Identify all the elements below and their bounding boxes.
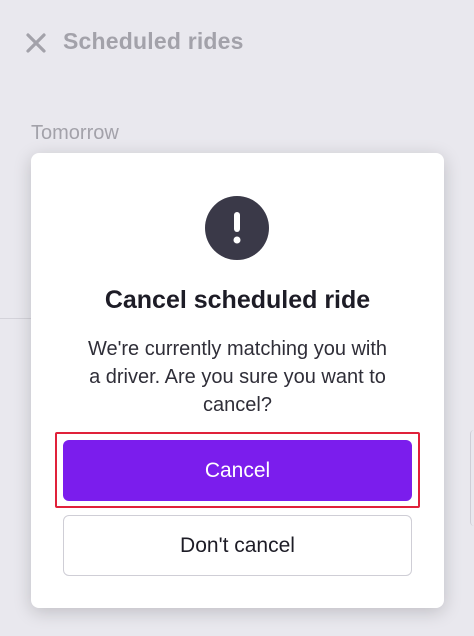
exclamation-icon	[205, 196, 269, 260]
list-divider	[0, 318, 31, 319]
close-icon[interactable]	[24, 31, 48, 55]
dialog-message: We're currently matching you with a driv…	[87, 338, 388, 416]
cancel-ride-dialog: Cancel scheduled ride We're currently ma…	[31, 153, 444, 608]
page-title: Scheduled rides	[63, 28, 244, 54]
background-card-edge	[470, 430, 474, 526]
app-header: Scheduled rides	[0, 0, 474, 90]
dont-cancel-button[interactable]: Don't cancel	[63, 515, 412, 576]
dialog-title: Cancel scheduled ride	[104, 286, 371, 314]
cancel-button[interactable]: Cancel	[63, 440, 412, 501]
section-label-tomorrow: Tomorrow	[31, 122, 119, 144]
